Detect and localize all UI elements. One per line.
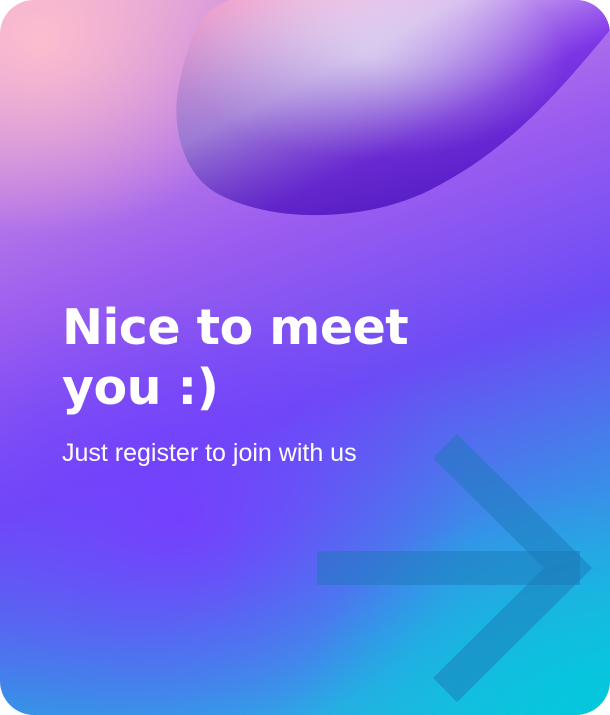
welcome-card: Nice to meet you :) Just register to joi…	[0, 0, 610, 715]
abstract-blob-icon	[176, 0, 610, 216]
arrow-right-icon	[317, 433, 593, 703]
page-title: Nice to meet you :)	[62, 299, 409, 416]
